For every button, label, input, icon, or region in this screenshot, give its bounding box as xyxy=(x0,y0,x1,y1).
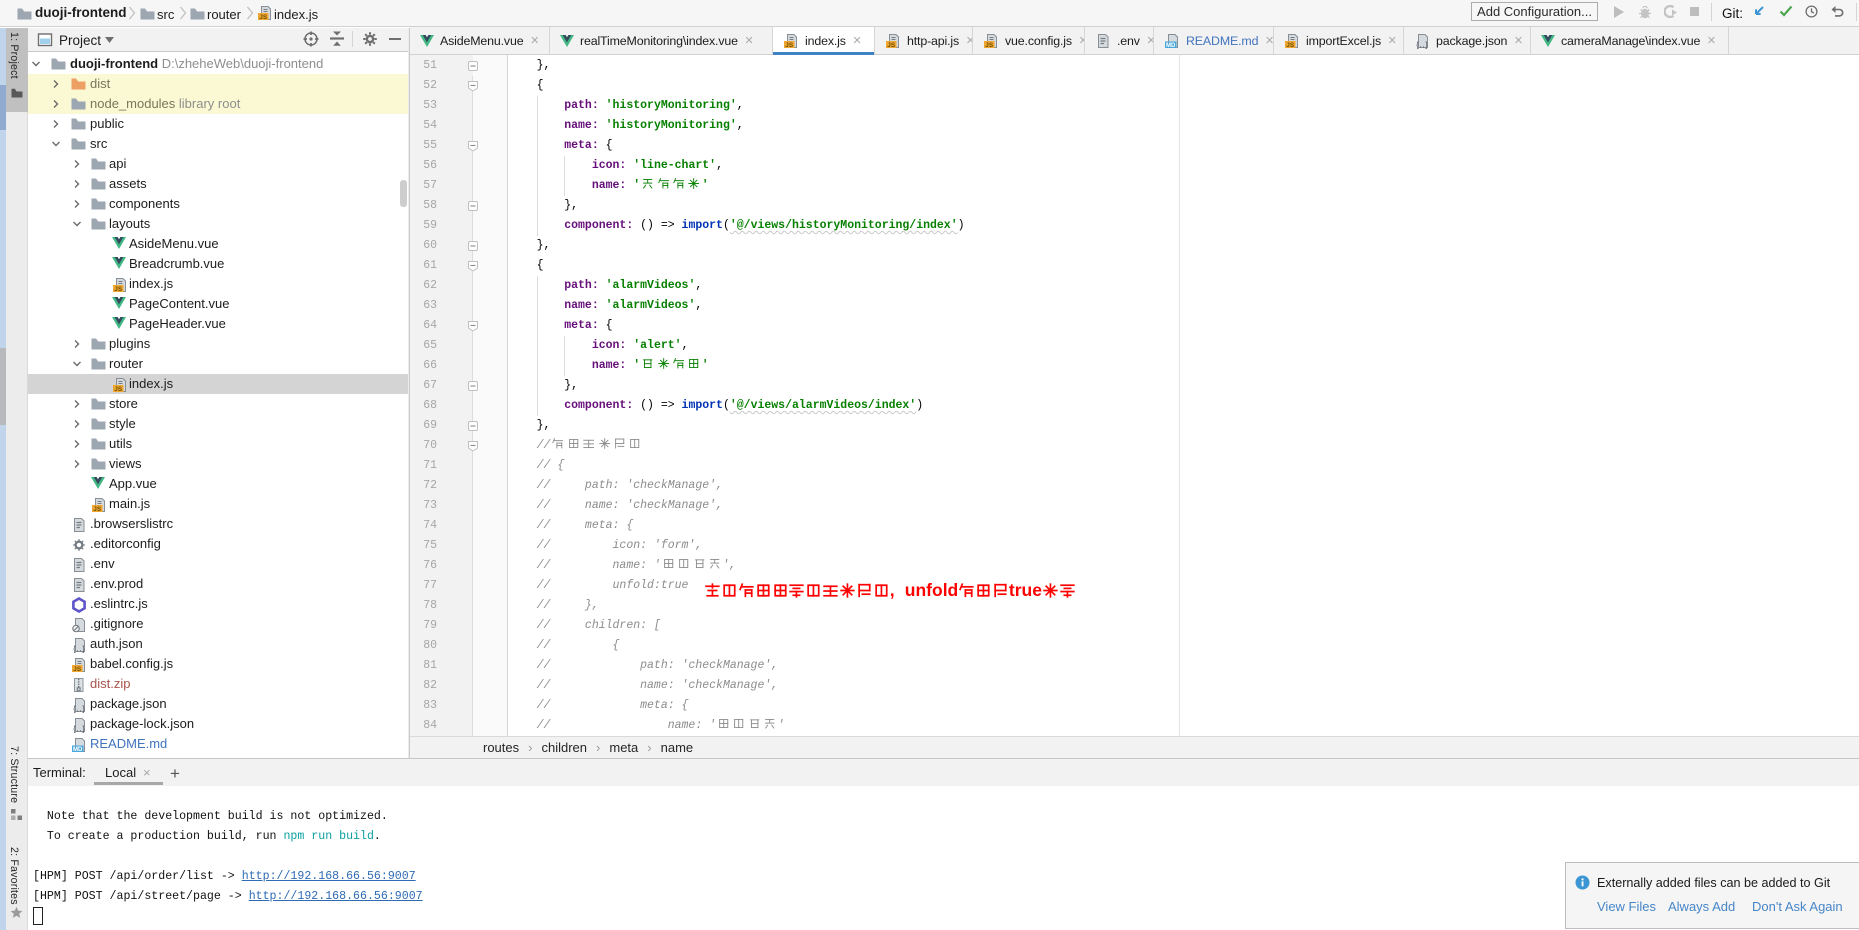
svg-text:JS: JS xyxy=(985,42,994,49)
svg-text:JS: JS xyxy=(114,386,123,393)
svg-text:JS: JS xyxy=(785,42,794,49)
svg-text:{..}: {..} xyxy=(1416,40,1428,49)
svg-text:JS: JS xyxy=(1286,42,1295,49)
svg-text:{..}: {..} xyxy=(73,724,85,733)
svg-text:{..}: {..} xyxy=(73,704,85,713)
svg-text:{..}: {..} xyxy=(73,644,85,653)
svg-text:JS: JS xyxy=(259,14,268,21)
svg-text:JS: JS xyxy=(114,286,123,293)
svg-text:JS: JS xyxy=(887,42,896,49)
svg-text:JS: JS xyxy=(93,506,102,513)
svg-text:MD: MD xyxy=(73,747,83,753)
svg-text:JS: JS xyxy=(73,666,82,673)
svg-text:MD: MD xyxy=(1166,43,1176,49)
